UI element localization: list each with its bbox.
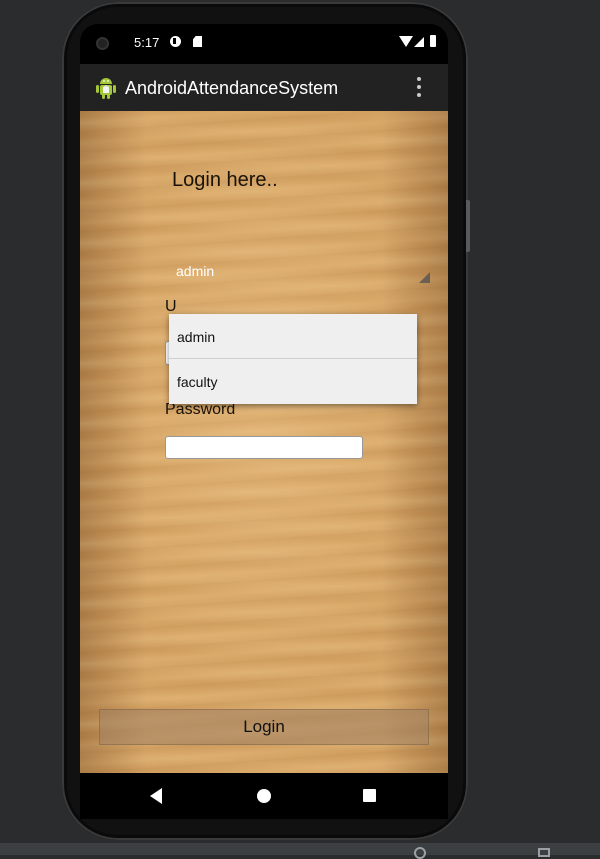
- home-icon[interactable]: [257, 789, 271, 803]
- ide-circle-icon[interactable]: [414, 847, 426, 859]
- camera-icon: [98, 39, 107, 48]
- dropdown-option-label: admin: [177, 329, 216, 345]
- dropdown-option-admin[interactable]: admin: [169, 314, 417, 359]
- wifi-icon: [399, 36, 413, 47]
- back-icon[interactable]: [150, 788, 162, 804]
- app-title: AndroidAttendanceSystem: [125, 78, 339, 98]
- status-time: 5:17: [134, 35, 160, 50]
- dropdown-option-faculty[interactable]: faculty: [169, 359, 417, 404]
- android-robot-icon: [96, 78, 116, 99]
- notification-icon: [170, 36, 181, 47]
- ide-bottom-strip: [0, 843, 600, 859]
- role-spinner[interactable]: admin: [168, 258, 430, 288]
- login-content: Login here.. admin U Password admin facu…: [80, 111, 448, 773]
- password-field[interactable]: [165, 436, 363, 459]
- power-button[interactable]: [466, 200, 470, 252]
- role-dropdown: admin faculty: [169, 314, 417, 404]
- dropdown-option-label: faculty: [177, 374, 218, 390]
- signal-icon: [414, 37, 424, 47]
- overflow-menu-icon[interactable]: [416, 77, 422, 99]
- recents-icon[interactable]: [363, 789, 376, 802]
- ide-window-icon[interactable]: [538, 848, 550, 857]
- spinner-arrow-icon: [419, 272, 430, 283]
- battery-icon: [430, 35, 436, 47]
- login-button[interactable]: Login: [99, 709, 429, 745]
- navigation-bar: [80, 773, 448, 819]
- device-screen: 5:17 AndroidAttendanceSystem Login here.…: [80, 24, 448, 773]
- role-spinner-value: admin: [176, 263, 215, 279]
- app-bar: AndroidAttendanceSystem: [80, 64, 448, 111]
- sd-card-icon: [193, 36, 202, 47]
- status-bar: 5:17: [80, 24, 448, 64]
- login-heading: Login here..: [172, 169, 278, 191]
